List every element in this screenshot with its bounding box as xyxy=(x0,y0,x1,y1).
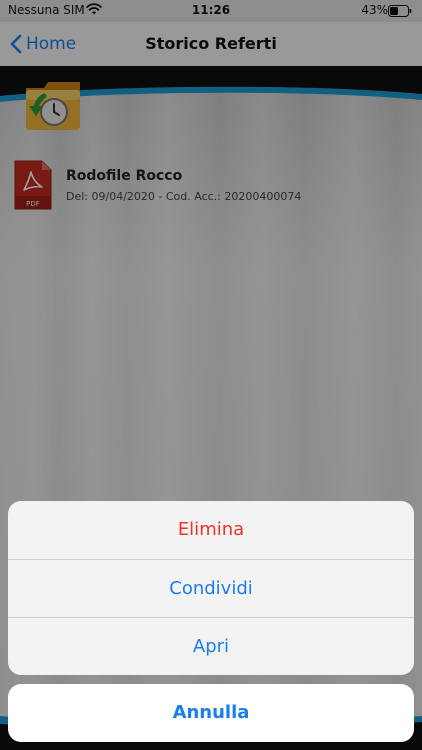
screen: Nessuna SIM 11:26 43% Home Storico Refer… xyxy=(0,0,422,750)
delete-button[interactable]: Elimina xyxy=(8,501,414,559)
action-sheet: Elimina Condividi Apri xyxy=(8,501,414,675)
open-button[interactable]: Apri xyxy=(8,617,414,675)
share-button[interactable]: Condividi xyxy=(8,559,414,617)
cancel-button[interactable]: Annulla xyxy=(8,684,414,742)
